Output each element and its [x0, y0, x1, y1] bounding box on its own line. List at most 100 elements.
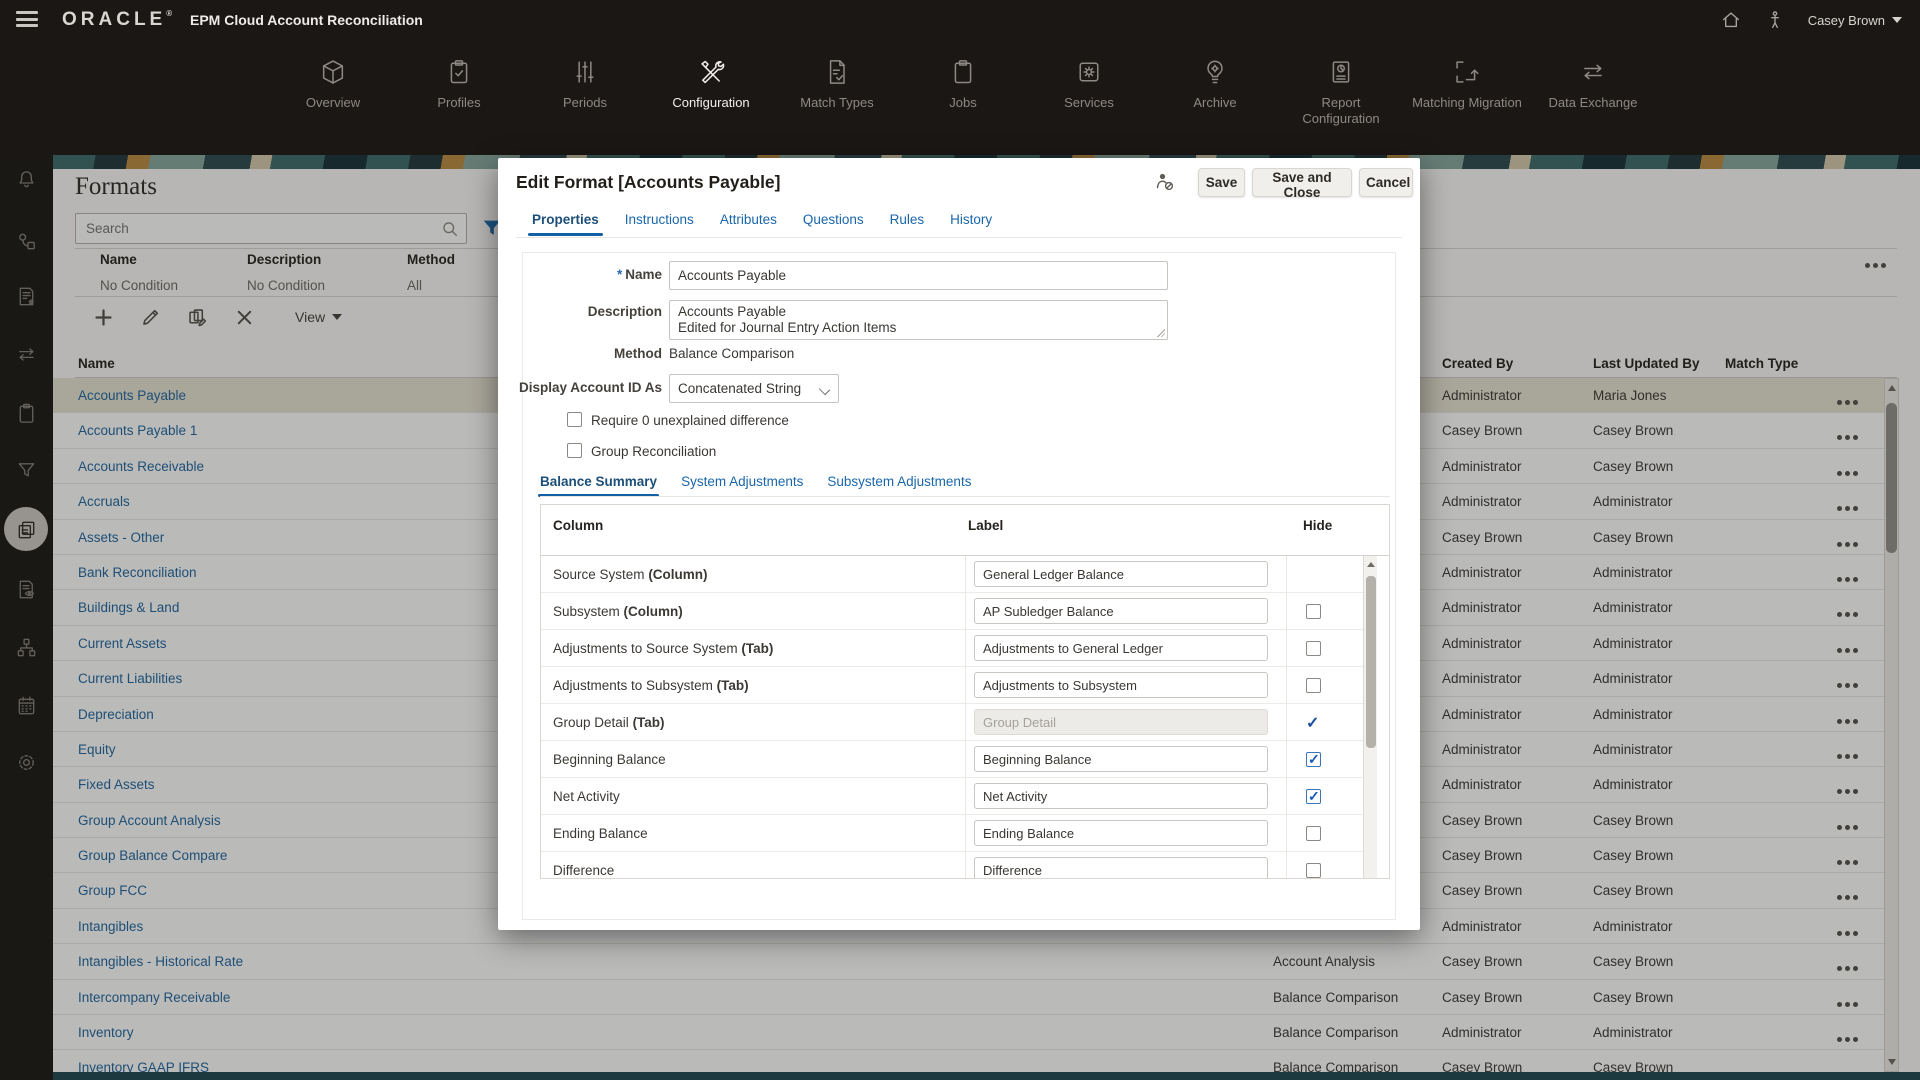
balance-row: Source System (Column)	[541, 556, 1363, 593]
group-reconciliation-checkbox[interactable]	[567, 443, 582, 458]
topnav-configuration[interactable]: Configuration	[648, 40, 774, 128]
edit-format-dialog: Edit Format [Accounts Payable] Save Save…	[498, 158, 1420, 930]
hide-checkbox[interactable]	[1306, 863, 1321, 878]
cancel-button[interactable]: Cancel	[1359, 168, 1413, 197]
col-header-hide: Hide	[1303, 518, 1332, 533]
label-input[interactable]	[974, 857, 1268, 879]
method-label: Method	[498, 346, 662, 361]
app-title: EPM Cloud Account Reconciliation	[190, 12, 423, 28]
topnav-services[interactable]: Services	[1026, 40, 1152, 128]
oracle-logo: ORACLE®	[62, 9, 172, 31]
balance-column-name: Adjustments to Source System (Tab)	[553, 630, 773, 667]
hide-checkbox[interactable]	[1306, 789, 1321, 804]
balance-subtabs: Balance Summary System Adjustments Subsy…	[540, 474, 971, 497]
divider	[516, 237, 1402, 238]
label-input[interactable]	[974, 598, 1268, 624]
balance-column-name: Subsystem (Column)	[553, 593, 683, 630]
display-account-id-select[interactable]: Concatenated String	[669, 374, 839, 403]
home-icon[interactable]	[1720, 9, 1742, 31]
name-field[interactable]	[669, 261, 1168, 290]
scroll-up-icon[interactable]	[1367, 562, 1375, 567]
balance-column-name: Group Detail (Tab)	[553, 704, 665, 741]
balance-row: Group Detail (Tab)	[541, 704, 1363, 741]
hide-checkmark-icon	[1306, 715, 1321, 730]
subtab-subsystem-adjustments[interactable]: Subsystem Adjustments	[827, 474, 971, 497]
topnav-overview[interactable]: Overview	[270, 40, 396, 128]
topnav-label: Configuration	[672, 95, 749, 111]
balance-row: Adjustments to Subsystem (Tab)	[541, 667, 1363, 704]
topnav-label: Match Types	[800, 95, 873, 111]
clipboard-check-icon	[445, 58, 473, 86]
col-header-column: Column	[553, 518, 603, 533]
assignee-restricted-icon[interactable]	[1153, 170, 1177, 194]
topnav-match-types[interactable]: Match Types	[774, 40, 900, 128]
group-reconciliation-label: Group Reconciliation	[591, 444, 716, 459]
hide-checkbox[interactable]	[1306, 604, 1321, 619]
label-input[interactable]	[974, 672, 1268, 698]
tools-icon	[697, 58, 725, 86]
exchange-arrows-icon	[1579, 58, 1607, 86]
balance-row: Beginning Balance	[541, 741, 1363, 778]
balance-row: Difference	[541, 852, 1363, 879]
save-button[interactable]: Save	[1198, 168, 1245, 197]
box-gear-icon	[1075, 58, 1103, 86]
balance-row: Net Activity	[541, 778, 1363, 815]
require-zero-difference-checkbox[interactable]	[567, 412, 582, 427]
user-name: Casey Brown	[1808, 13, 1885, 28]
topnav-report-configuration[interactable]: Report Configuration	[1278, 40, 1404, 128]
scroll-thumb[interactable]	[1366, 576, 1376, 748]
label-input[interactable]	[974, 746, 1268, 772]
description-field[interactable]: Accounts Payable Edited for Journal Entr…	[669, 300, 1168, 340]
label-input[interactable]	[974, 561, 1268, 587]
label-input[interactable]	[974, 820, 1268, 846]
tab-properties[interactable]: Properties	[532, 212, 599, 236]
display-account-id-label: Display Account ID As	[498, 380, 662, 395]
tab-questions[interactable]: Questions	[803, 212, 864, 236]
topnav-periods[interactable]: Periods	[522, 40, 648, 128]
topnav-label: Periods	[563, 95, 607, 111]
cube-icon	[319, 58, 347, 86]
topnav-data-exchange[interactable]: Data Exchange	[1530, 40, 1656, 128]
topnav-jobs[interactable]: Jobs	[900, 40, 1026, 128]
resize-grip-icon[interactable]	[1157, 329, 1165, 337]
balance-row: Ending Balance	[541, 815, 1363, 852]
topnav-archive[interactable]: Archive	[1152, 40, 1278, 128]
balance-table-body: Source System (Column) Subsystem (Column…	[541, 556, 1363, 879]
tab-history[interactable]: History	[950, 212, 992, 236]
balance-column-name: Ending Balance	[553, 815, 651, 852]
save-and-close-button[interactable]: Save and Close	[1252, 168, 1352, 197]
topnav-label: Matching Migration	[1412, 95, 1522, 111]
dialog-title: Edit Format [Accounts Payable]	[516, 172, 781, 193]
balance-summary-table: Column Label Hide Source System (Column)…	[540, 504, 1390, 879]
description-label: Description	[498, 304, 662, 319]
report-icon	[1327, 58, 1355, 86]
balance-row: Subsystem (Column)	[541, 593, 1363, 630]
accessibility-user-icon[interactable]	[1764, 9, 1786, 31]
label-input[interactable]	[974, 783, 1268, 809]
balance-column-name: Adjustments to Subsystem (Tab)	[553, 667, 749, 704]
label-input[interactable]	[974, 635, 1268, 661]
balance-column-name: Source System (Column)	[553, 556, 708, 593]
tab-rules[interactable]: Rules	[890, 212, 925, 236]
tab-instructions[interactable]: Instructions	[625, 212, 694, 236]
subtab-balance-summary[interactable]: Balance Summary	[540, 474, 657, 497]
topnav-label: Report Configuration	[1285, 95, 1397, 128]
dialog-tabs: Properties Instructions Attributes Quest…	[532, 212, 992, 236]
topnav-profiles[interactable]: Profiles	[396, 40, 522, 128]
label-input[interactable]	[974, 709, 1268, 735]
hide-checkbox[interactable]	[1306, 826, 1321, 841]
user-menu[interactable]: Casey Brown	[1808, 13, 1902, 28]
hide-checkbox[interactable]	[1306, 678, 1321, 693]
topnav-matching-migration[interactable]: Matching Migration	[1404, 40, 1530, 128]
hide-checkbox[interactable]	[1306, 752, 1321, 767]
hide-checkbox[interactable]	[1306, 641, 1321, 656]
main-navigation: Overview Profiles Periods Configuration …	[0, 40, 1920, 155]
migration-icon	[1453, 58, 1481, 86]
app-window: ORACLE® EPM Cloud Account Reconciliation…	[0, 0, 1920, 1080]
divider	[540, 496, 1390, 497]
subtab-system-adjustments[interactable]: System Adjustments	[681, 474, 803, 497]
balance-column-name: Difference	[553, 852, 618, 879]
balance-table-scrollbar[interactable]	[1363, 556, 1377, 879]
tab-attributes[interactable]: Attributes	[720, 212, 777, 236]
menu-icon[interactable]	[16, 11, 38, 29]
